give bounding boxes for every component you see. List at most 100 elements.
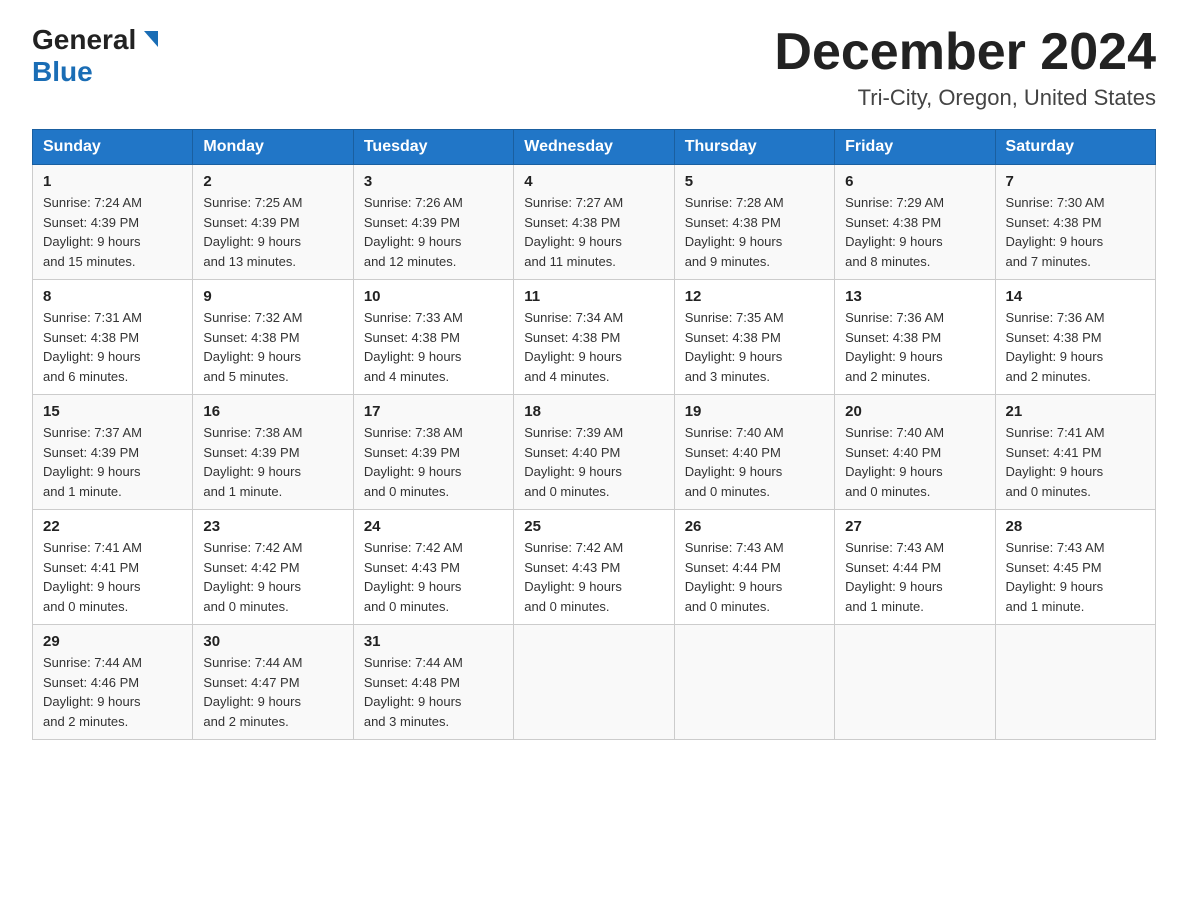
day-info: Sunrise: 7:40 AMSunset: 4:40 PMDaylight:… bbox=[845, 425, 944, 499]
header-day-saturday: Saturday bbox=[995, 130, 1155, 165]
day-info: Sunrise: 7:35 AMSunset: 4:38 PMDaylight:… bbox=[685, 310, 784, 384]
day-number: 30 bbox=[203, 633, 342, 650]
day-number: 14 bbox=[1006, 288, 1145, 305]
day-info: Sunrise: 7:36 AMSunset: 4:38 PMDaylight:… bbox=[1006, 310, 1105, 384]
day-cell: 1 Sunrise: 7:24 AMSunset: 4:39 PMDayligh… bbox=[33, 165, 193, 280]
day-info: Sunrise: 7:44 AMSunset: 4:48 PMDaylight:… bbox=[364, 655, 463, 729]
week-row-4: 22 Sunrise: 7:41 AMSunset: 4:41 PMDaylig… bbox=[33, 510, 1156, 625]
day-info: Sunrise: 7:34 AMSunset: 4:38 PMDaylight:… bbox=[524, 310, 623, 384]
day-number: 20 bbox=[845, 403, 984, 420]
day-number: 19 bbox=[685, 403, 824, 420]
day-info: Sunrise: 7:36 AMSunset: 4:38 PMDaylight:… bbox=[845, 310, 944, 384]
day-number: 17 bbox=[364, 403, 503, 420]
logo-general-text: General bbox=[32, 24, 136, 56]
day-info: Sunrise: 7:25 AMSunset: 4:39 PMDaylight:… bbox=[203, 195, 302, 269]
day-cell bbox=[674, 625, 834, 740]
day-info: Sunrise: 7:31 AMSunset: 4:38 PMDaylight:… bbox=[43, 310, 142, 384]
day-info: Sunrise: 7:32 AMSunset: 4:38 PMDaylight:… bbox=[203, 310, 302, 384]
day-info: Sunrise: 7:24 AMSunset: 4:39 PMDaylight:… bbox=[43, 195, 142, 269]
day-number: 6 bbox=[845, 173, 984, 190]
day-cell bbox=[995, 625, 1155, 740]
day-cell: 19 Sunrise: 7:40 AMSunset: 4:40 PMDaylig… bbox=[674, 395, 834, 510]
day-number: 31 bbox=[364, 633, 503, 650]
day-cell: 20 Sunrise: 7:40 AMSunset: 4:40 PMDaylig… bbox=[835, 395, 995, 510]
day-cell: 3 Sunrise: 7:26 AMSunset: 4:39 PMDayligh… bbox=[353, 165, 513, 280]
day-number: 4 bbox=[524, 173, 663, 190]
day-info: Sunrise: 7:30 AMSunset: 4:38 PMDaylight:… bbox=[1006, 195, 1105, 269]
day-cell: 12 Sunrise: 7:35 AMSunset: 4:38 PMDaylig… bbox=[674, 280, 834, 395]
day-number: 8 bbox=[43, 288, 182, 305]
day-cell: 27 Sunrise: 7:43 AMSunset: 4:44 PMDaylig… bbox=[835, 510, 995, 625]
location-title: Tri-City, Oregon, United States bbox=[774, 85, 1156, 111]
day-cell: 13 Sunrise: 7:36 AMSunset: 4:38 PMDaylig… bbox=[835, 280, 995, 395]
title-block: December 2024 Tri-City, Oregon, United S… bbox=[774, 24, 1156, 111]
day-number: 18 bbox=[524, 403, 663, 420]
day-info: Sunrise: 7:44 AMSunset: 4:46 PMDaylight:… bbox=[43, 655, 142, 729]
header-day-tuesday: Tuesday bbox=[353, 130, 513, 165]
day-info: Sunrise: 7:41 AMSunset: 4:41 PMDaylight:… bbox=[43, 540, 142, 614]
day-number: 9 bbox=[203, 288, 342, 305]
month-title: December 2024 bbox=[774, 24, 1156, 81]
day-info: Sunrise: 7:40 AMSunset: 4:40 PMDaylight:… bbox=[685, 425, 784, 499]
day-cell: 2 Sunrise: 7:25 AMSunset: 4:39 PMDayligh… bbox=[193, 165, 353, 280]
day-info: Sunrise: 7:41 AMSunset: 4:41 PMDaylight:… bbox=[1006, 425, 1105, 499]
day-cell: 28 Sunrise: 7:43 AMSunset: 4:45 PMDaylig… bbox=[995, 510, 1155, 625]
logo-blue-word: Blue bbox=[32, 56, 93, 88]
day-cell: 26 Sunrise: 7:43 AMSunset: 4:44 PMDaylig… bbox=[674, 510, 834, 625]
header-row: SundayMondayTuesdayWednesdayThursdayFrid… bbox=[33, 130, 1156, 165]
day-info: Sunrise: 7:43 AMSunset: 4:44 PMDaylight:… bbox=[685, 540, 784, 614]
day-cell: 18 Sunrise: 7:39 AMSunset: 4:40 PMDaylig… bbox=[514, 395, 674, 510]
day-cell: 6 Sunrise: 7:29 AMSunset: 4:38 PMDayligh… bbox=[835, 165, 995, 280]
week-row-3: 15 Sunrise: 7:37 AMSunset: 4:39 PMDaylig… bbox=[33, 395, 1156, 510]
day-info: Sunrise: 7:33 AMSunset: 4:38 PMDaylight:… bbox=[364, 310, 463, 384]
day-number: 29 bbox=[43, 633, 182, 650]
day-cell: 21 Sunrise: 7:41 AMSunset: 4:41 PMDaylig… bbox=[995, 395, 1155, 510]
day-number: 2 bbox=[203, 173, 342, 190]
day-info: Sunrise: 7:42 AMSunset: 4:43 PMDaylight:… bbox=[364, 540, 463, 614]
calendar-body: 1 Sunrise: 7:24 AMSunset: 4:39 PMDayligh… bbox=[33, 165, 1156, 740]
day-cell: 14 Sunrise: 7:36 AMSunset: 4:38 PMDaylig… bbox=[995, 280, 1155, 395]
header-day-monday: Monday bbox=[193, 130, 353, 165]
day-cell: 10 Sunrise: 7:33 AMSunset: 4:38 PMDaylig… bbox=[353, 280, 513, 395]
day-info: Sunrise: 7:44 AMSunset: 4:47 PMDaylight:… bbox=[203, 655, 302, 729]
day-cell: 7 Sunrise: 7:30 AMSunset: 4:38 PMDayligh… bbox=[995, 165, 1155, 280]
day-cell: 15 Sunrise: 7:37 AMSunset: 4:39 PMDaylig… bbox=[33, 395, 193, 510]
day-cell: 30 Sunrise: 7:44 AMSunset: 4:47 PMDaylig… bbox=[193, 625, 353, 740]
day-info: Sunrise: 7:39 AMSunset: 4:40 PMDaylight:… bbox=[524, 425, 623, 499]
day-number: 26 bbox=[685, 518, 824, 535]
calendar-table: SundayMondayTuesdayWednesdayThursdayFrid… bbox=[32, 129, 1156, 740]
day-info: Sunrise: 7:38 AMSunset: 4:39 PMDaylight:… bbox=[203, 425, 302, 499]
logo-triangle-svg bbox=[138, 29, 160, 51]
day-cell: 8 Sunrise: 7:31 AMSunset: 4:38 PMDayligh… bbox=[33, 280, 193, 395]
day-info: Sunrise: 7:29 AMSunset: 4:38 PMDaylight:… bbox=[845, 195, 944, 269]
day-number: 24 bbox=[364, 518, 503, 535]
logo-image: General bbox=[32, 24, 160, 56]
day-cell: 11 Sunrise: 7:34 AMSunset: 4:38 PMDaylig… bbox=[514, 280, 674, 395]
day-number: 27 bbox=[845, 518, 984, 535]
day-cell: 23 Sunrise: 7:42 AMSunset: 4:42 PMDaylig… bbox=[193, 510, 353, 625]
day-number: 22 bbox=[43, 518, 182, 535]
header-day-thursday: Thursday bbox=[674, 130, 834, 165]
day-cell bbox=[835, 625, 995, 740]
header-day-wednesday: Wednesday bbox=[514, 130, 674, 165]
day-cell bbox=[514, 625, 674, 740]
header-day-friday: Friday bbox=[835, 130, 995, 165]
day-info: Sunrise: 7:42 AMSunset: 4:42 PMDaylight:… bbox=[203, 540, 302, 614]
week-row-2: 8 Sunrise: 7:31 AMSunset: 4:38 PMDayligh… bbox=[33, 280, 1156, 395]
logo-flag-icon bbox=[138, 29, 160, 51]
day-cell: 24 Sunrise: 7:42 AMSunset: 4:43 PMDaylig… bbox=[353, 510, 513, 625]
day-number: 3 bbox=[364, 173, 503, 190]
day-cell: 17 Sunrise: 7:38 AMSunset: 4:39 PMDaylig… bbox=[353, 395, 513, 510]
day-number: 28 bbox=[1006, 518, 1145, 535]
day-number: 5 bbox=[685, 173, 824, 190]
day-info: Sunrise: 7:28 AMSunset: 4:38 PMDaylight:… bbox=[685, 195, 784, 269]
day-cell: 25 Sunrise: 7:42 AMSunset: 4:43 PMDaylig… bbox=[514, 510, 674, 625]
day-number: 1 bbox=[43, 173, 182, 190]
day-number: 13 bbox=[845, 288, 984, 305]
day-number: 10 bbox=[364, 288, 503, 305]
header-day-sunday: Sunday bbox=[33, 130, 193, 165]
page-header: General Blue December 2024 Tri-City, Ore… bbox=[32, 24, 1156, 111]
day-info: Sunrise: 7:27 AMSunset: 4:38 PMDaylight:… bbox=[524, 195, 623, 269]
day-info: Sunrise: 7:42 AMSunset: 4:43 PMDaylight:… bbox=[524, 540, 623, 614]
day-cell: 29 Sunrise: 7:44 AMSunset: 4:46 PMDaylig… bbox=[33, 625, 193, 740]
